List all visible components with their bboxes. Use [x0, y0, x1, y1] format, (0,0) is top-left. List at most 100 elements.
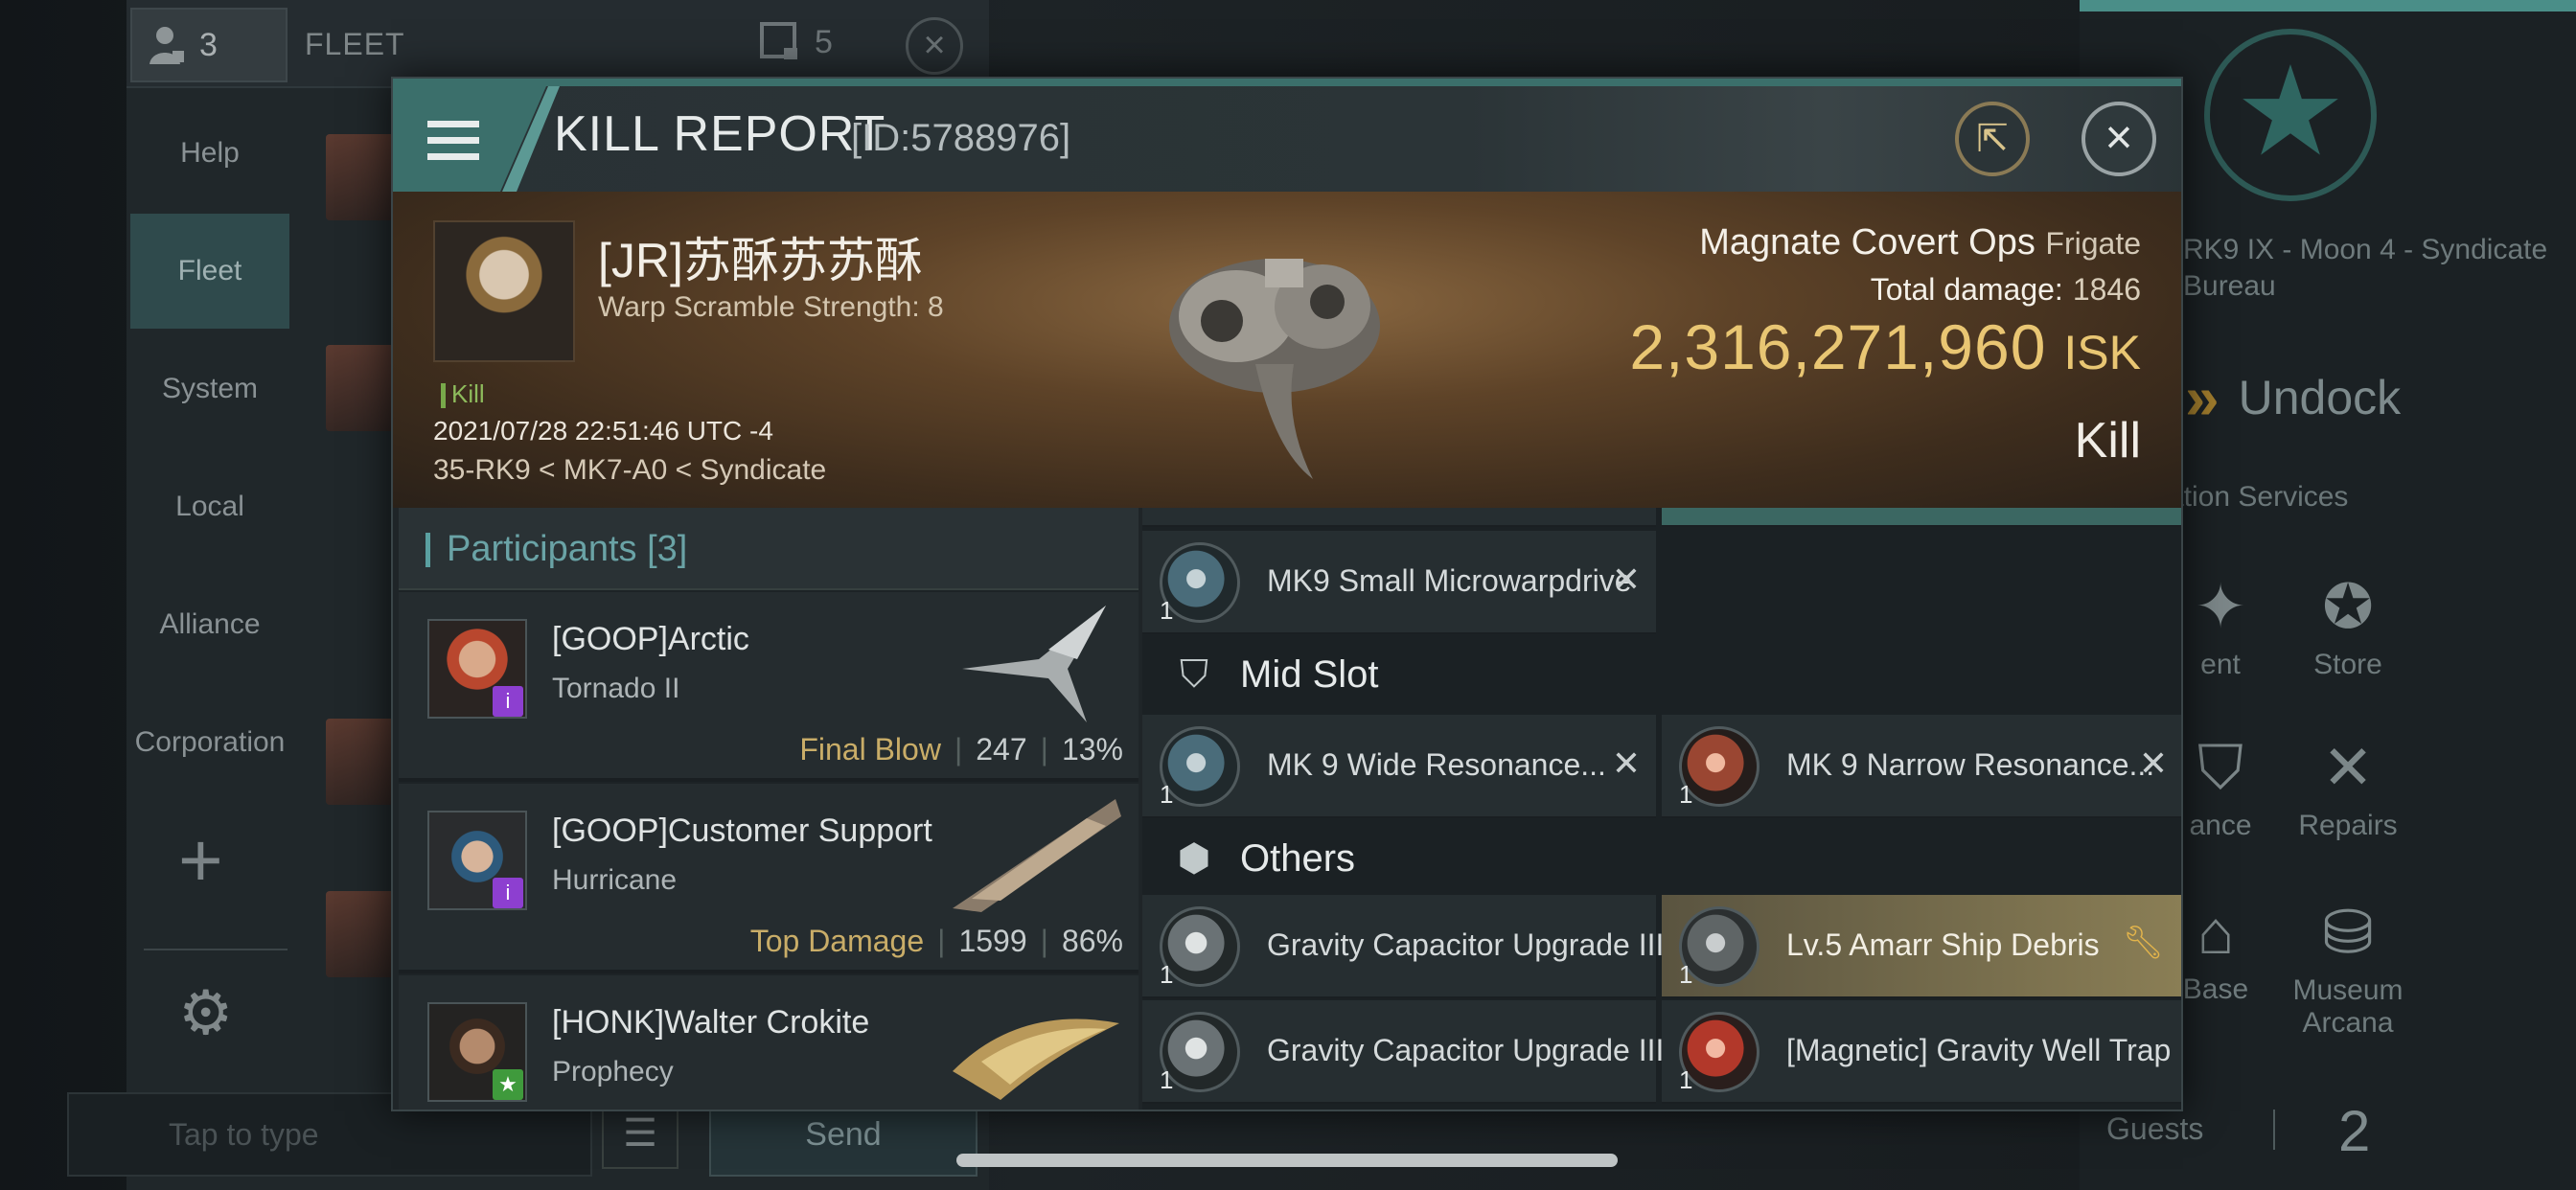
fitting-slot[interactable]: 1 [1662, 508, 2181, 527]
kill-report-modal: KILL REPORT [ID:5788976] ⇱ × [JR]苏酥苏苏酥 W… [391, 77, 2183, 1111]
participants-header: Participants [3] [399, 508, 1138, 590]
sidebar-item-system[interactable]: System [130, 332, 289, 446]
victim-portrait[interactable] [433, 220, 575, 362]
item-name: MK 9 Narrow Resonance... [1786, 747, 2155, 782]
fitting-slot[interactable]: 1 Gravity Capacitor Upgrade III [1142, 1000, 1664, 1104]
guests-count: 2 [2338, 1099, 2371, 1163]
destroyed-x-icon: ✕ [2138, 744, 2168, 783]
participant-row[interactable]: ★ [HONK]Walter Crokite Prophecy [399, 975, 1138, 1110]
chat-close-icon[interactable]: × [906, 17, 963, 75]
corp-badge-icon: i [493, 686, 523, 717]
store-icon: ✪ [2322, 572, 2374, 641]
destroyed-x-icon: ✕ [1611, 560, 1641, 599]
participant-damage: 1599 [958, 924, 1027, 958]
participant-ship: Hurricane [552, 864, 678, 896]
item-name: MK 9 Wide Resonance... [1267, 747, 1606, 782]
victim-ship-class: Frigate [2045, 226, 2141, 261]
person-icon [150, 27, 184, 64]
fitting-slot-dropped[interactable]: 1 Lv.5 Amarr Ship Debris 🔧︎ [1662, 895, 2181, 998]
modal-title: KILL REPORT [554, 106, 886, 162]
service-museum[interactable]: ⛁ Museum Arcana [2271, 897, 2425, 1040]
participants-panel: Participants [3] i [GOOP]Arctic Tornado … [399, 508, 1138, 1110]
share-icon[interactable]: ⇱ [1955, 102, 2030, 176]
sidebar-item-local[interactable]: Local [130, 449, 289, 564]
sidebar-item-help[interactable]: Help [130, 96, 289, 211]
participant-ship-image [953, 799, 1121, 912]
undock-button[interactable]: » Undock [2185, 362, 2401, 433]
fitting-slot[interactable]: 1 MK 9 Narrow Resonance... ✕ [1662, 715, 2181, 818]
home-indicator[interactable] [956, 1154, 1618, 1167]
mid-slot-section: ⛉ Mid Slot [1142, 636, 1379, 713]
kill-result: Kill [2074, 413, 2141, 469]
wrench-icon: 🔧︎ [2122, 925, 2164, 961]
guests-divider [2273, 1110, 2275, 1150]
chat-bubble-icon [760, 22, 797, 59]
gear-icon[interactable]: ⚙ [178, 977, 233, 1049]
fitting-slot[interactable]: 1 [Magnetic] Gravity Well Trap [1662, 1000, 2181, 1104]
participant-row[interactable]: i [GOOP]Customer Support Hurricane Top D… [399, 784, 1138, 973]
isk-value-row: 2,316,271,960 ISK [1629, 310, 2141, 383]
sidebar-item-fleet[interactable]: Fleet [130, 214, 289, 329]
add-channel-icon[interactable]: + [178, 816, 223, 904]
participant-name[interactable]: [GOOP]Customer Support [552, 812, 932, 850]
participant-percent: 86% [1061, 924, 1123, 958]
star-badge-icon: ★ [493, 1069, 523, 1100]
member-count: 3 [199, 26, 218, 63]
others-section: ⬢ Others [1142, 820, 1356, 897]
cube-icon: ⬢ [1177, 837, 1211, 880]
sidebar-item-corporation[interactable]: Corporation [130, 685, 289, 800]
report-id: [ID:5788976] [851, 117, 1071, 159]
item-name: Lv.5 Amarr Ship Debris [1786, 927, 2100, 962]
fitting-slot[interactable]: 1 MK9 Small Microwarpdrive ✕ [1142, 531, 1656, 634]
victim-name[interactable]: [JR]苏酥苏苏酥 [598, 222, 923, 291]
avatar [326, 719, 395, 805]
corp-badge-icon: i [493, 878, 523, 908]
fitting-panel: 1 1 1 MK9 Small Microwarpdrive ✕ ⛉ Mid S… [1142, 508, 2181, 1110]
chat-sidebar: Help Fleet System Local Alliance Corpora… [130, 96, 289, 803]
participant-stats: Final Blow | 247 | 13% [799, 732, 1123, 767]
sparkle-icon: ✦ [2195, 572, 2246, 641]
fleet-title: FLEET [305, 27, 405, 61]
service-store[interactable]: ✪ Store [2290, 571, 2405, 681]
close-icon[interactable]: × [2082, 102, 2156, 176]
modal-accent-line [393, 79, 2181, 86]
victim-banner: [JR]苏酥苏苏酥 Warp Scramble Strength: 8 Kill… [393, 192, 2181, 508]
participant-ship: Tornado II [552, 673, 680, 704]
participant-ship: Prophecy [552, 1056, 674, 1087]
participant-row[interactable]: i [GOOP]Arctic Tornado II Final Blow | 247… [399, 592, 1138, 782]
kill-location[interactable]: 35-RK9 < MK7-A0 < Syndicate [433, 454, 826, 487]
destroyed-x-icon: ✕ [1611, 744, 1641, 783]
participant-percent: 13% [1061, 732, 1123, 767]
victim-ship-image[interactable] [1131, 201, 1418, 489]
kill-tag: Kill [441, 379, 485, 409]
participant-damage: 247 [976, 732, 1027, 767]
participant-name[interactable]: [GOOP]Arctic [552, 621, 749, 658]
warp-scramble-strength: Warp Scramble Strength: 8 [598, 291, 944, 323]
service-entertainment[interactable]: ✦ ent [2168, 571, 2273, 681]
member-count-button[interactable]: 3 [130, 8, 288, 82]
participant-ship-image [953, 1018, 1119, 1100]
museum-icon: ⛁ [2322, 898, 2374, 967]
service-insurance[interactable]: ⛉ ance [2168, 732, 2273, 842]
service-repairs[interactable]: ✕ Repairs [2281, 732, 2415, 842]
avatar [326, 134, 395, 220]
mid-slot-icon: ⛉ [1180, 653, 1208, 696]
hamburger-icon [427, 121, 479, 170]
isk-value: 2,316,271,960 [1629, 311, 2047, 382]
participant-ship-image [962, 606, 1106, 722]
fitting-slot[interactable]: 1 MK 9 Wide Resonance... ✕ [1142, 715, 1656, 818]
top-damage-tag: Top Damage [749, 924, 925, 958]
sidebar-item-alliance[interactable]: Alliance [130, 567, 289, 682]
screen: 3 FLEET 5 × Help Fleet System Local Alli… [0, 0, 2576, 1190]
final-blow-tag: Final Blow [799, 732, 941, 767]
chat-input-placeholder: Tap to type [169, 1117, 319, 1152]
fitting-slot[interactable]: 1 [1142, 508, 1656, 527]
participant-name[interactable]: [HONK]Walter Crokite [552, 1004, 869, 1041]
fitting-slot[interactable]: 1 Gravity Capacitor Upgrade III [1142, 895, 1664, 998]
kill-datetime: 2021/07/28 22:51:46 UTC -4 [433, 416, 773, 446]
victim-ship-name: Magnate Covert Ops Frigate [1699, 222, 2141, 263]
fleet-count[interactable]: 5 [759, 21, 833, 63]
avatar [326, 891, 395, 977]
station-panel-accent [2080, 0, 2576, 11]
participants-title: Participants [3] [447, 529, 688, 569]
